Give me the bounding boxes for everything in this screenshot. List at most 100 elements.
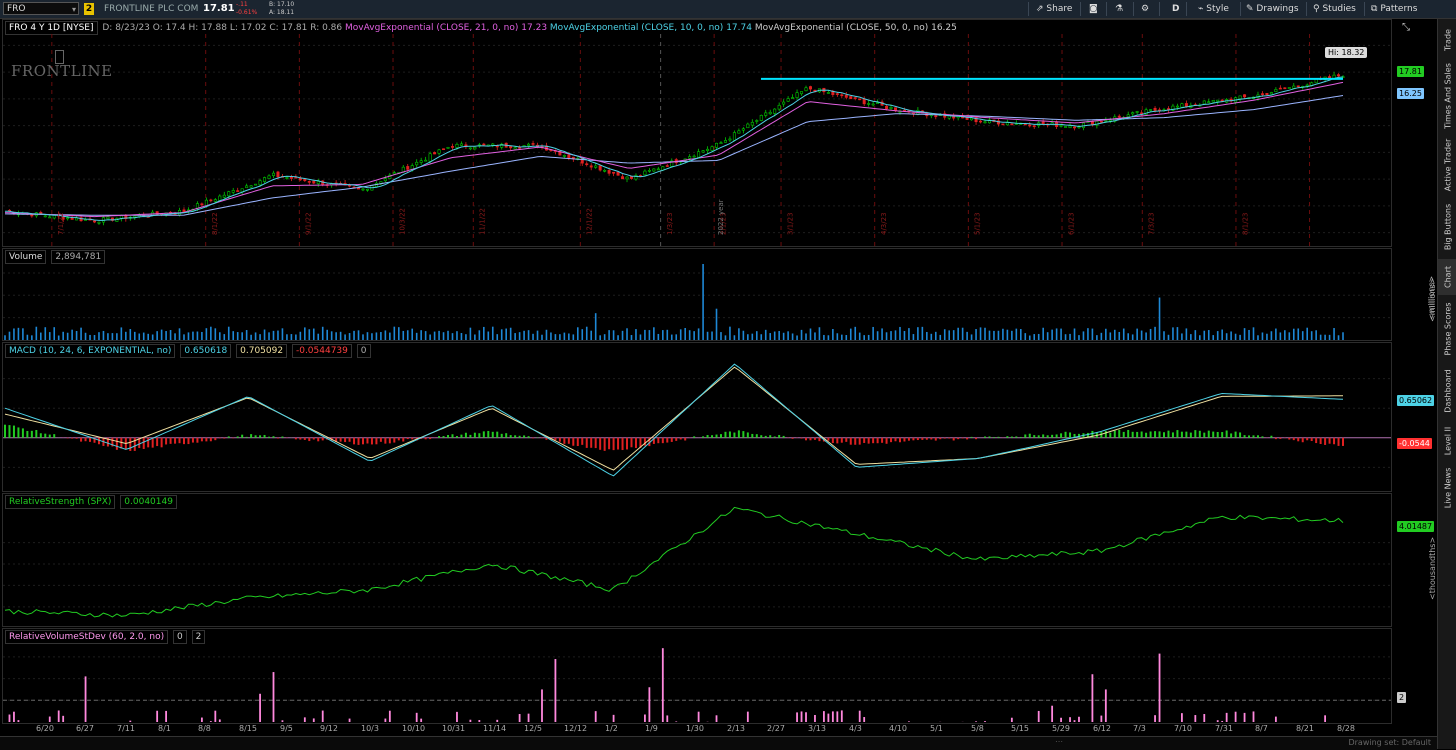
volume-bar [971,334,973,340]
volume-bar [389,333,391,340]
macd-histogram-bar [281,437,283,438]
tab-trade[interactable]: Trade [1438,23,1456,57]
macd-histogram-bar [792,438,794,439]
volume-bar [1208,330,1210,340]
drawings-button[interactable]: ✎ Drawings [1246,1,1299,17]
patterns-button[interactable]: ⧉ Patterns [1371,1,1417,17]
volume-bar [1060,329,1062,340]
volume-bar [67,333,69,340]
volume-bar [1199,335,1201,340]
candle-body [290,177,292,179]
share-button[interactable]: ⇗ Share [1036,1,1072,17]
candle-body [98,222,100,223]
tab-level-ii[interactable]: Level II [1438,423,1456,459]
rs-chart[interactable]: 3.532.52 [3,494,1393,628]
symbol-input[interactable]: FRO▾ [3,2,79,15]
macd-histogram-bar [1212,432,1214,438]
macd-histogram-bar [223,438,225,439]
macd-histogram-bar [1109,433,1111,438]
volume-bar [112,333,114,340]
snapshot-button[interactable]: ◙ [1089,1,1098,17]
volume-bar [1235,334,1237,340]
volume-bar [1262,332,1264,340]
volume-bar [107,333,109,340]
x-tick-label: 4/10 [889,724,907,733]
price-chart[interactable]: 201816141210867/1/228/1/229/1/2210/3/221… [3,20,1393,248]
style-button[interactable]: ⌁ Style [1198,1,1229,17]
macd-histogram-bar [774,436,776,437]
candle-body [438,150,440,153]
tab-times-and-sales[interactable]: Times And Sales [1438,61,1456,131]
rvsd-panel[interactable]: RelativeVolumeStDev (60, 2.0, no) 0 2 64… [2,628,1392,724]
candle-body [277,172,279,177]
macd-histogram-bar [733,433,735,438]
volume-bar [859,333,861,340]
price-panel[interactable]: FRO 4 Y 1D [NYSE] D: 8/23/23 O: 17.4 H: … [2,19,1392,247]
volume-bar [474,334,476,340]
last-price-pill: 17.81 [1397,66,1424,77]
candle-body [93,221,95,222]
candle-body [1006,123,1008,125]
relative-strength-panel[interactable]: RelativeStrength (SPX) 0.0040149 3.532.5… [2,493,1392,627]
candle-body [483,144,485,145]
macd-histogram-bar [608,438,610,449]
tab-big-buttons[interactable]: Big Buttons [1438,199,1456,255]
candle-body [1131,113,1133,114]
studies-button[interactable]: ⚲ Studies [1313,1,1356,17]
volume-bar [456,331,458,340]
macd-histogram-bar [1208,431,1210,438]
volume-bar [1096,335,1098,340]
flask-button[interactable]: ⚗ [1115,1,1123,17]
volume-panel[interactable]: Volume 2,894,781 302010 <millions> [2,248,1392,341]
candle-body [1203,101,1205,104]
macd-histogram-bar [988,436,990,437]
macd-panel[interactable]: MACD (10, 24, 6, EXPONENTIAL, no) 0.6506… [2,342,1392,492]
link-group-badge[interactable]: 2 [84,3,94,15]
candle-body [621,177,623,179]
candle-body [268,176,270,179]
rvsd-bar [908,721,910,722]
tab-label: Level II [1443,427,1452,455]
tab-active-trader[interactable]: Active Trader [1438,135,1456,195]
volume-bar [1118,332,1120,340]
rvsd-bar [273,672,275,722]
volume-bar [1132,334,1134,340]
macd-histogram-bar [716,435,718,438]
macd-histogram-bar [671,438,673,442]
candle-body [1011,124,1013,125]
candle-body [594,166,596,167]
tab-live-news[interactable]: Live News [1438,463,1456,513]
macd-histogram-bar [313,438,315,440]
candle-body [1306,85,1308,86]
macd-histogram-bar [1288,438,1290,440]
tab-phase-scores[interactable]: Phase Scores [1438,299,1456,359]
tab-dashboard[interactable]: Dashboard [1438,363,1456,419]
x-axis[interactable]: 6/206/277/118/18/88/159/59/1210/310/1010… [2,724,1392,736]
volume-bar [206,328,208,340]
tab-label: Trade [1443,29,1452,51]
macd-histogram-bar [398,438,400,441]
chevron-down-icon[interactable]: ▾ [72,3,76,16]
volume-bar [828,335,830,340]
macd-histogram-bar [532,438,534,439]
macd-chart[interactable]: 10.5-0.5 [3,343,1393,493]
volume-bar [1212,335,1214,340]
ma50-pill: 16.25 [1397,88,1424,99]
toolbar-divider [1186,2,1187,16]
collapse-icon[interactable]: ⤡ [1402,22,1410,33]
scroll-handle[interactable]: ⋯ [1055,737,1063,746]
pencil-icon: ✎ [1246,4,1254,14]
volume-bar [720,332,722,340]
tab-chart[interactable]: Chart [1438,259,1456,295]
macd-histogram-bar [1136,432,1138,438]
volume-bar [1293,329,1295,340]
year-label: 2022 year [717,199,725,235]
company-logo-text: FRONTLINE [11,62,113,80]
volume-bar [922,327,924,340]
rvsd-chart[interactable]: 642 [3,629,1393,725]
volume-chart[interactable]: 302010 [3,249,1393,342]
period-button[interactable]: D [1172,1,1179,17]
macd-histogram-bar [622,438,624,450]
toolbar-divider [1306,2,1307,16]
settings-button[interactable]: ⚙ [1141,1,1149,17]
